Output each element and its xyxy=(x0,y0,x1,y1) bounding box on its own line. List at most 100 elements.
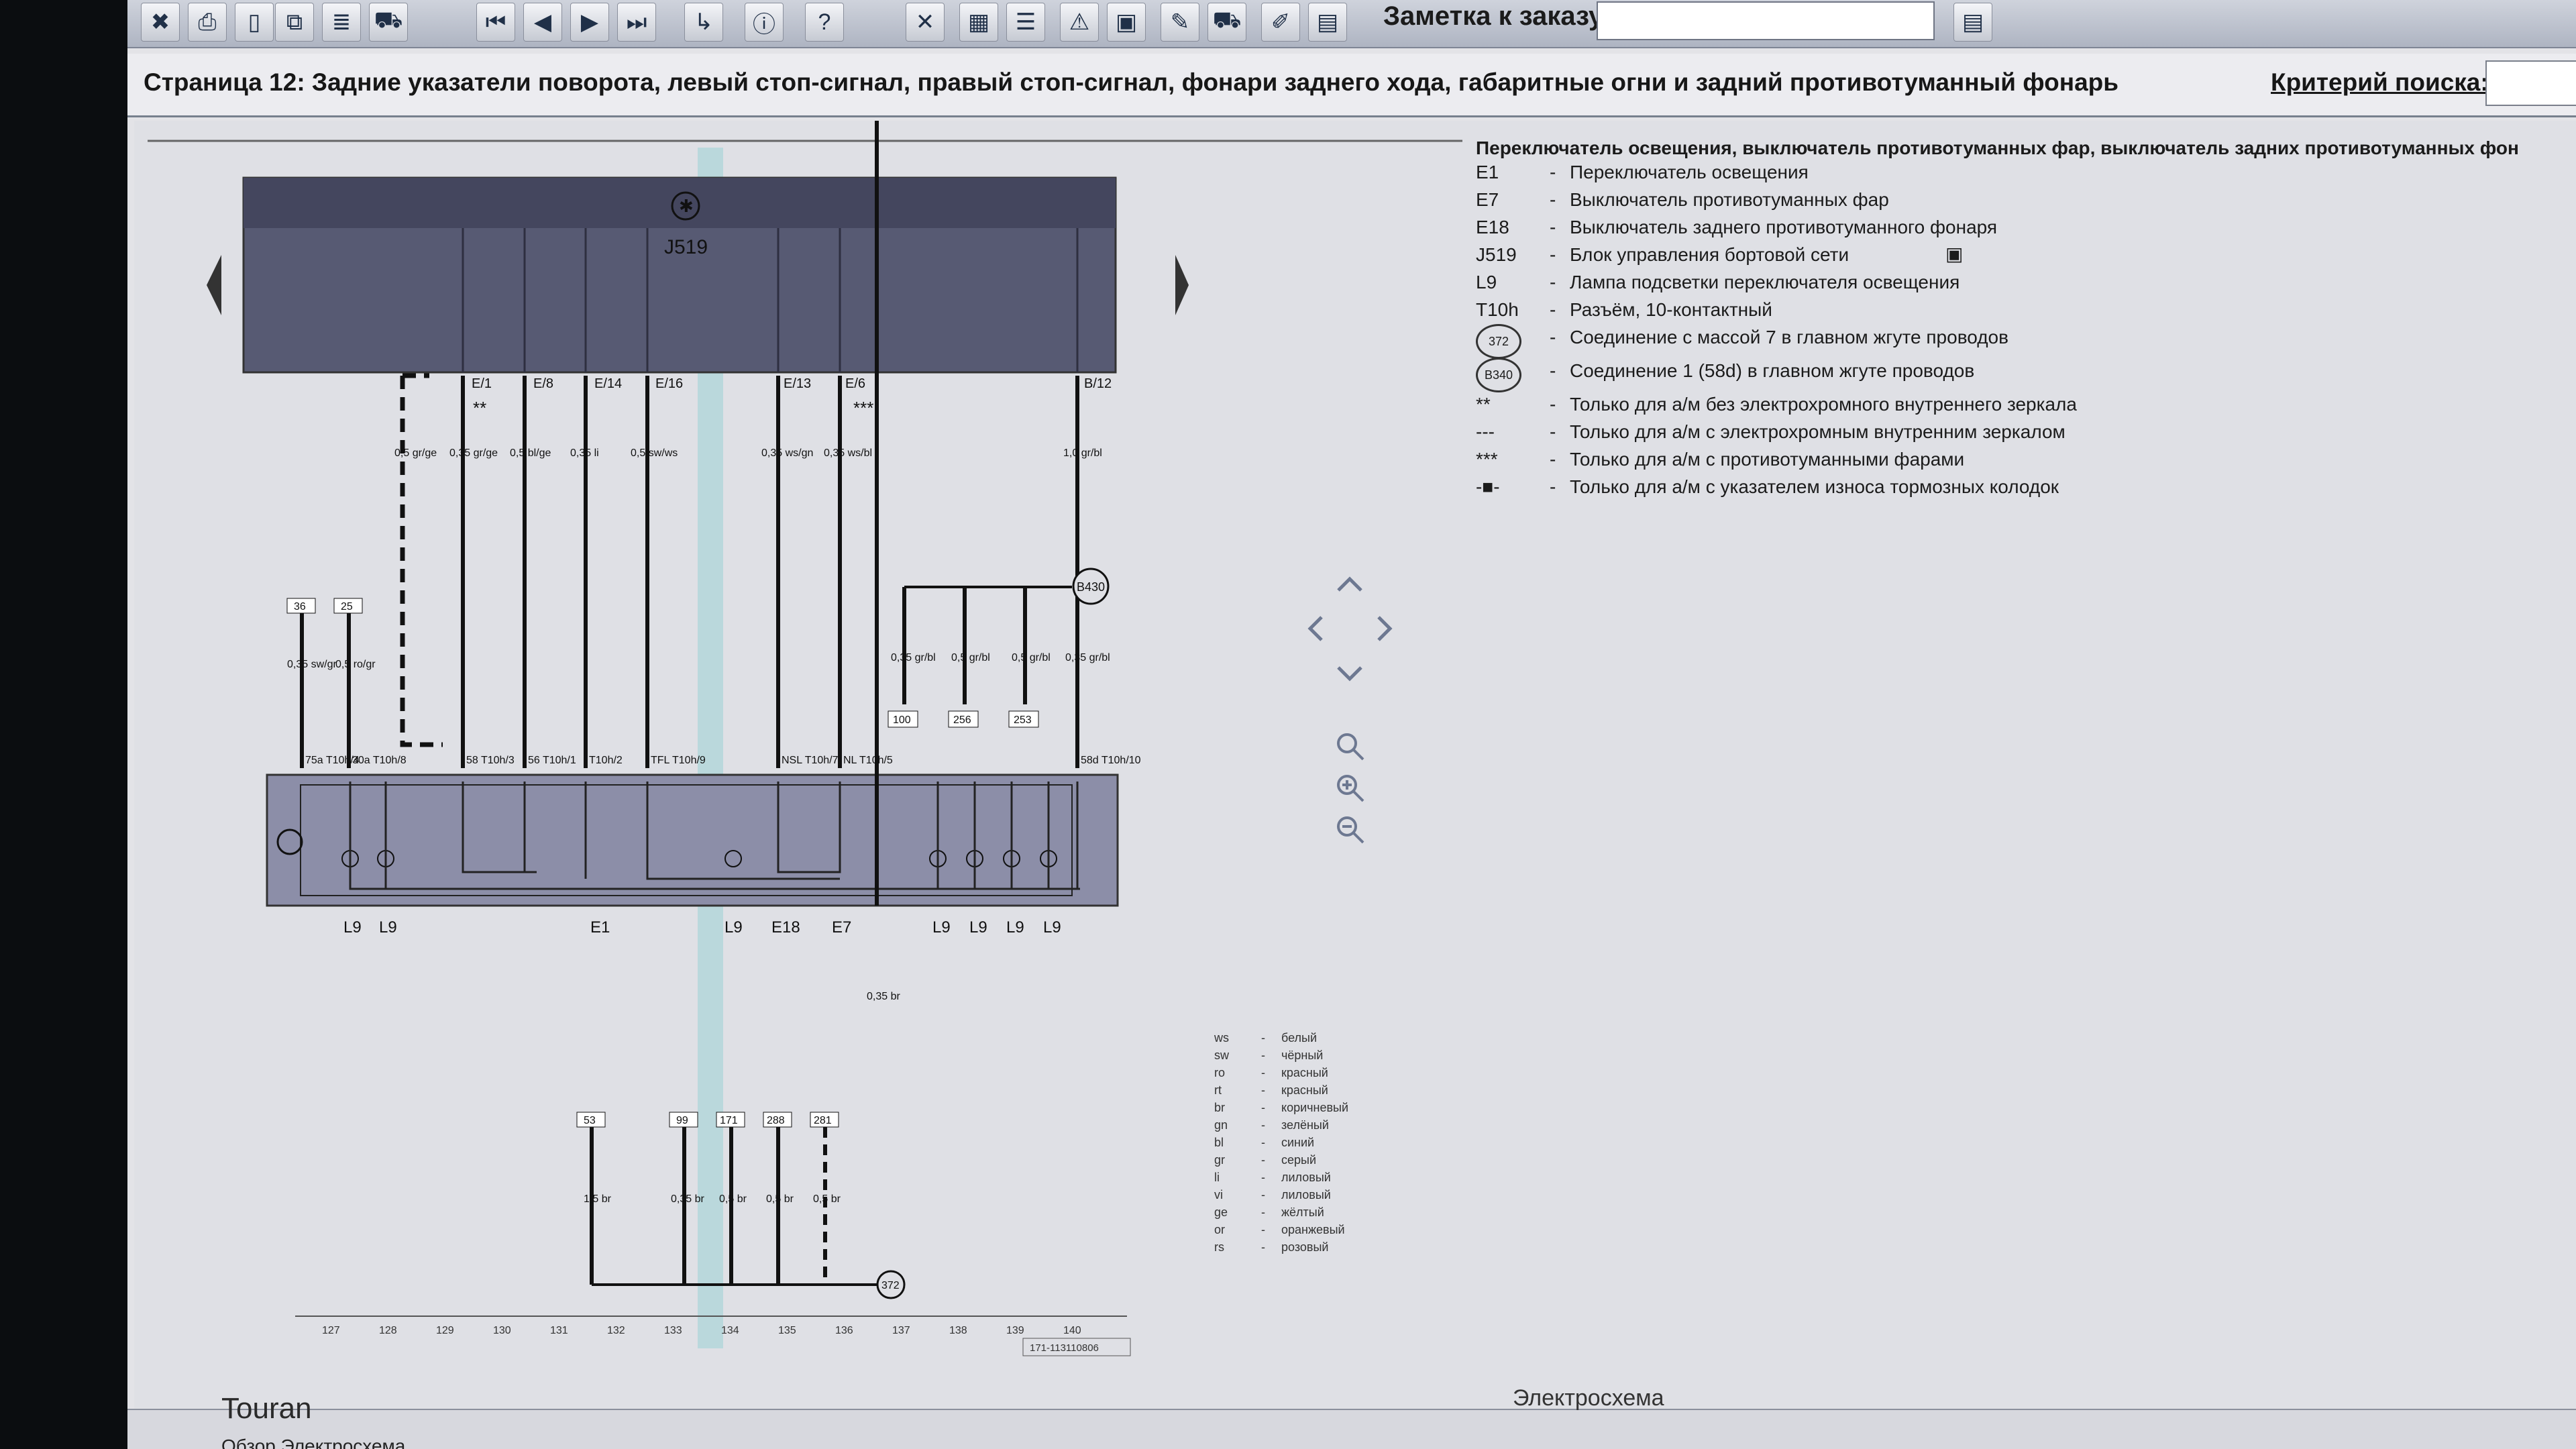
bottom-ref: 53 xyxy=(584,1115,596,1126)
grid-number: 133 xyxy=(664,1325,682,1336)
color-code-row: bl - синий xyxy=(1214,1136,1314,1149)
search-input[interactable] xyxy=(2485,60,2576,106)
component-label: E7 xyxy=(832,918,851,936)
svg-text:-: - xyxy=(1261,1101,1265,1114)
application-window: ✖ ⎙ ▯ ⧉ ≣ ⛟ ⏮ ◀ ▶ ⏭ ↳ ⓘ ? ✕ ▦ ☰ ⚠ ▣ ✎ ⛟ … xyxy=(127,0,2576,1449)
branch-ref: 253 xyxy=(1014,714,1032,726)
pan-controls xyxy=(1307,576,1393,682)
car2-icon[interactable]: ⛟ xyxy=(1208,3,1246,42)
legend-code: *** xyxy=(1476,449,1498,470)
next-icon[interactable]: ▶ xyxy=(570,3,609,42)
legend-text: Выключатель заднего противотуманного фон… xyxy=(1570,217,1998,237)
copy-icon[interactable]: ⧉ xyxy=(275,3,314,42)
wrench-icon[interactable]: ✕ xyxy=(906,3,945,42)
svg-text:белый: белый xyxy=(1281,1031,1317,1044)
zoom-out-icon[interactable] xyxy=(1337,816,1364,844)
pan-down-icon[interactable] xyxy=(1337,666,1362,682)
svg-text:-: - xyxy=(1261,1171,1265,1184)
svg-text:жёлтый: жёлтый xyxy=(1281,1205,1324,1219)
camera-icon[interactable]: ▣ xyxy=(1945,243,1963,265)
legend-code: L9 xyxy=(1476,272,1497,292)
grid-number: 131 xyxy=(550,1325,568,1336)
legend-text: Только для а/м без электрохромного внутр… xyxy=(1570,394,2077,415)
color-code-row: sw - чёрный xyxy=(1214,1049,1323,1062)
legend-text: Только для а/м с электрохромным внутренн… xyxy=(1570,421,2065,442)
svg-text:лиловый: лиловый xyxy=(1281,1188,1331,1201)
svg-text:br: br xyxy=(1214,1101,1225,1114)
link-icon[interactable]: ↳ xyxy=(684,3,723,42)
list-icon[interactable]: ☰ xyxy=(1006,3,1045,42)
svg-text:серый: серый xyxy=(1281,1153,1316,1167)
previous-page-arrow[interactable] xyxy=(207,255,221,315)
legend-text: Переключатель освещения xyxy=(1570,162,1809,182)
svg-text:-: - xyxy=(1261,1118,1265,1132)
zoom-fit-icon[interactable] xyxy=(1337,733,1364,761)
legend-code: E7 xyxy=(1476,189,1499,210)
next-page-arrow[interactable] xyxy=(1175,255,1189,315)
unit-label: J519 xyxy=(664,236,708,258)
svg-text:or: or xyxy=(1214,1223,1225,1236)
component-label: L9 xyxy=(1006,918,1024,936)
book-icon[interactable]: ▦ xyxy=(959,3,998,42)
print-icon[interactable]: ⎙ xyxy=(188,3,227,42)
car-icon[interactable]: ⛟ xyxy=(369,3,408,42)
report-icon[interactable]: ▤ xyxy=(1308,3,1347,42)
warning-icon[interactable]: ⚠ xyxy=(1060,3,1099,42)
notes-icon[interactable]: ≣ xyxy=(322,3,361,42)
svg-text:rt: rt xyxy=(1214,1083,1222,1097)
legend-code: E1 xyxy=(1476,162,1499,182)
wire-spec: 0,35 ws/gn xyxy=(761,447,813,459)
save-icon[interactable]: ▣ xyxy=(1107,3,1146,42)
connector-label: 56 T10h/1 xyxy=(528,755,576,766)
grid-number: 128 xyxy=(379,1325,397,1336)
pan-right-icon[interactable] xyxy=(1377,616,1393,641)
legend-text: Лампа подсветки переключателя освещения xyxy=(1570,272,1960,292)
zoom-in-icon[interactable] xyxy=(1337,775,1364,802)
connector-label: TFL T10h/9 xyxy=(651,755,706,766)
tool-icon[interactable]: ✖ xyxy=(141,3,180,42)
note-input[interactable] xyxy=(1597,1,1935,40)
help-icon[interactable]: ? xyxy=(805,3,844,42)
legend-row: J519- Блок управления бортовой сети ▣ xyxy=(1476,243,1964,265)
pan-left-icon[interactable] xyxy=(1307,616,1323,641)
note-label: Заметка к заказу: xyxy=(1383,1,1612,31)
edit-icon[interactable]: ✐ xyxy=(1261,3,1300,42)
branch-ref: 100 xyxy=(893,714,911,726)
page-header: Страница 12: Задние указатели поворота, … xyxy=(127,54,2576,117)
note-edit-icon[interactable]: ▤ xyxy=(1953,3,1992,42)
ground-spec: 0,35 br xyxy=(867,991,900,1002)
left-ref: 25 xyxy=(341,601,353,612)
svg-text:лиловый: лиловый xyxy=(1281,1171,1331,1184)
color-code-row: rt - красный xyxy=(1214,1083,1328,1097)
bottom-spec: 0,35 br xyxy=(671,1193,704,1205)
component-label: L9 xyxy=(343,918,362,936)
branch-spec: 0,5 gr/bl xyxy=(1012,652,1051,663)
legend-title: Переключатель освещения, выключатель про… xyxy=(1476,138,2519,158)
bottom-ref: 171 xyxy=(720,1115,738,1126)
wiring-diagram: ✱ J519 E/1 E/8 E/14 E/16 E/13 E/6 B/12 *… xyxy=(148,121,1462,1356)
legend-text: Выключатель противотуманных фар xyxy=(1570,189,1889,210)
component-label: L9 xyxy=(724,918,743,936)
prev-icon[interactable]: ◀ xyxy=(523,3,562,42)
legend-row: T10h - Разъём, 10-контактный xyxy=(1476,299,1772,320)
connector-label: NSL T10h/7 xyxy=(782,755,839,766)
dashed-wire xyxy=(400,373,443,747)
legend-row: B340- Соединение 1 (58d) в главном жгуте … xyxy=(1476,358,2576,392)
tools-icon[interactable]: ✎ xyxy=(1161,3,1199,42)
info-icon[interactable]: ⓘ xyxy=(745,3,784,42)
color-code-row: gn - зелёный xyxy=(1214,1118,1329,1132)
document-tabs[interactable]: Обзор Электросхема xyxy=(221,1436,405,1449)
pan-up-icon[interactable] xyxy=(1337,576,1362,592)
legend-code: J519 xyxy=(1476,244,1517,265)
legend-text: Только для а/м с противотуманными фарами xyxy=(1570,449,1965,470)
branch-spec: 0,35 gr/bl xyxy=(1065,652,1110,663)
color-code-row: vi - лиловый xyxy=(1214,1188,1331,1201)
grid-number: 139 xyxy=(1006,1325,1024,1336)
document-icon[interactable]: ▯ xyxy=(235,3,274,42)
first-icon[interactable]: ⏮ xyxy=(476,3,515,42)
wire-specs: 0,5 gr/ge 0,35 gr/ge 0,5 bl/ge 0,35 li 0… xyxy=(394,447,1102,459)
wires xyxy=(300,376,1079,768)
last-icon[interactable]: ⏭ xyxy=(617,3,656,42)
pin-label: E/8 xyxy=(533,376,553,391)
legend-code: B340 xyxy=(1476,358,1521,392)
